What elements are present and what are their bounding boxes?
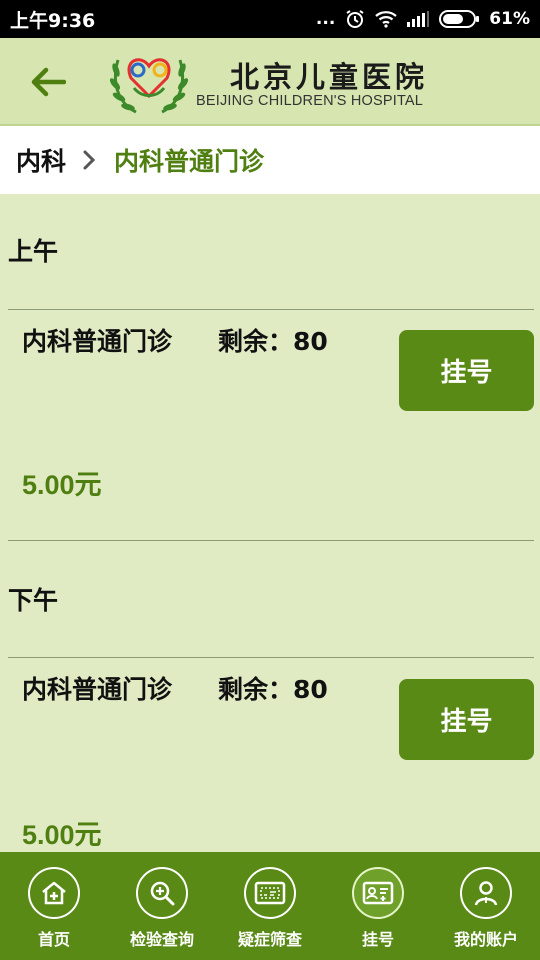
nav-item-lab-query[interactable]: 检验查询 — [108, 852, 216, 960]
home-icon — [28, 867, 80, 919]
bottom-nav: 首页 检验查询 疑症筛查 挂号 我的账户 — [0, 852, 540, 960]
slot-price: 5.00元 — [22, 470, 102, 500]
nav-item-register[interactable]: 挂号 — [324, 852, 432, 960]
divider — [8, 657, 534, 658]
battery-icon — [439, 10, 480, 28]
slot-price: 5.00元 — [22, 820, 102, 850]
nav-label: 我的账户 — [453, 930, 518, 949]
cell-signal-icon — [407, 11, 430, 27]
user-icon — [460, 867, 512, 919]
slot-name: 内科普通门诊 — [22, 327, 173, 356]
divider — [8, 309, 534, 310]
alarm-icon — [345, 9, 365, 29]
register-button-morning[interactable]: 挂号 — [399, 330, 534, 411]
register-card-icon — [352, 867, 404, 919]
status-time: 上午9:36 — [10, 9, 96, 32]
back-arrow-icon — [31, 67, 66, 97]
back-button[interactable] — [26, 60, 70, 104]
slot-name: 内科普通门诊 — [22, 675, 173, 704]
breadcrumb-current: 内科普通门诊 — [114, 147, 265, 176]
hospital-logo-emblem — [106, 44, 192, 120]
hospital-name-cn: 北京儿童医院 — [230, 60, 429, 94]
breadcrumb-parent[interactable]: 内科 — [16, 142, 66, 178]
nav-label: 首页 — [37, 930, 70, 949]
status-bar: 上午9:36 ... 61% — [0, 0, 540, 38]
slot-remaining: 剩余：80 — [218, 327, 328, 356]
nav-label: 挂号 — [361, 930, 394, 949]
breadcrumb: 内科 内科普通门诊 — [0, 126, 540, 194]
nav-item-screening[interactable]: 疑症筛查 — [216, 852, 324, 960]
app-header: 北京儿童医院 BEIJING CHILDREN'S HOSPITAL — [0, 38, 540, 126]
wifi-icon — [375, 10, 398, 28]
nav-label: 疑症筛查 — [237, 930, 302, 949]
period-heading-afternoon: 下午 — [8, 586, 59, 615]
chevron-right-icon — [82, 149, 96, 171]
period-heading-morning: 上午 — [8, 237, 59, 266]
hospital-name-en: BEIJING CHILDREN'S HOSPITAL — [196, 93, 424, 109]
battery-percent: 61% — [489, 9, 530, 29]
slot-remaining: 剩余：80 — [218, 675, 328, 704]
register-button-afternoon[interactable]: 挂号 — [399, 679, 534, 760]
nav-item-home[interactable]: 首页 — [0, 852, 108, 960]
search-zoom-icon — [136, 867, 188, 919]
signal-dots: ... — [315, 9, 336, 29]
nav-item-account[interactable]: 我的账户 — [432, 852, 540, 960]
screening-icon — [244, 867, 296, 919]
status-icons: ... 61% — [316, 9, 530, 29]
divider — [8, 540, 534, 541]
nav-label: 检验查询 — [129, 930, 194, 949]
